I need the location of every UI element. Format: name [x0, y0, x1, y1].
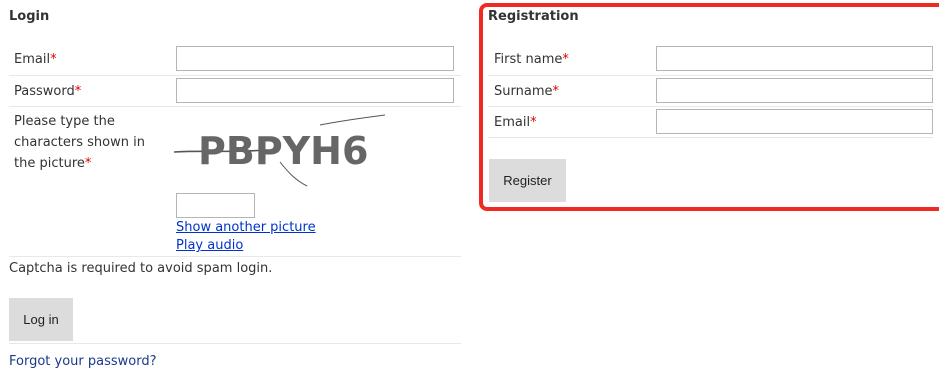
first-name-label: First name*: [494, 52, 569, 67]
required-mark: *: [50, 52, 57, 67]
captcha-input[interactable]: [176, 193, 255, 218]
required-mark: *: [530, 115, 537, 130]
play-audio-link[interactable]: Play audio: [176, 238, 243, 253]
divider: [9, 256, 461, 257]
required-mark: *: [74, 84, 82, 99]
first-name-input[interactable]: [656, 46, 933, 71]
login-email-label: Email*: [14, 52, 57, 67]
register-button[interactable]: Register: [489, 159, 566, 202]
forgot-password-link[interactable]: Forgot your password?: [9, 354, 157, 369]
divider: [488, 75, 933, 76]
show-another-picture-link[interactable]: Show another picture: [176, 220, 316, 235]
divider: [488, 106, 933, 107]
login-password-label: Password*: [14, 84, 82, 99]
captcha-image: PBPYH6: [173, 114, 386, 187]
divider: [9, 343, 461, 344]
registration-email-input[interactable]: [656, 109, 933, 134]
surname-label: Surname*: [494, 84, 559, 99]
required-mark: *: [562, 52, 569, 67]
captcha-text: PBPYH6: [198, 129, 368, 173]
divider: [9, 106, 461, 107]
captcha-note: Captcha is required to avoid spam login.: [9, 261, 273, 276]
divider: [9, 75, 461, 76]
captcha-label: Please type the characters shown in the …: [14, 114, 145, 171]
divider: [488, 137, 933, 138]
surname-input[interactable]: [656, 78, 933, 103]
login-email-input[interactable]: [176, 46, 454, 71]
login-button[interactable]: Log in: [9, 298, 73, 341]
login-password-input[interactable]: [176, 78, 454, 103]
registration-title: Registration: [488, 9, 579, 24]
required-mark: *: [84, 156, 92, 171]
login-title: Login: [9, 9, 50, 24]
required-mark: *: [552, 84, 559, 99]
registration-email-label: Email*: [494, 115, 537, 130]
